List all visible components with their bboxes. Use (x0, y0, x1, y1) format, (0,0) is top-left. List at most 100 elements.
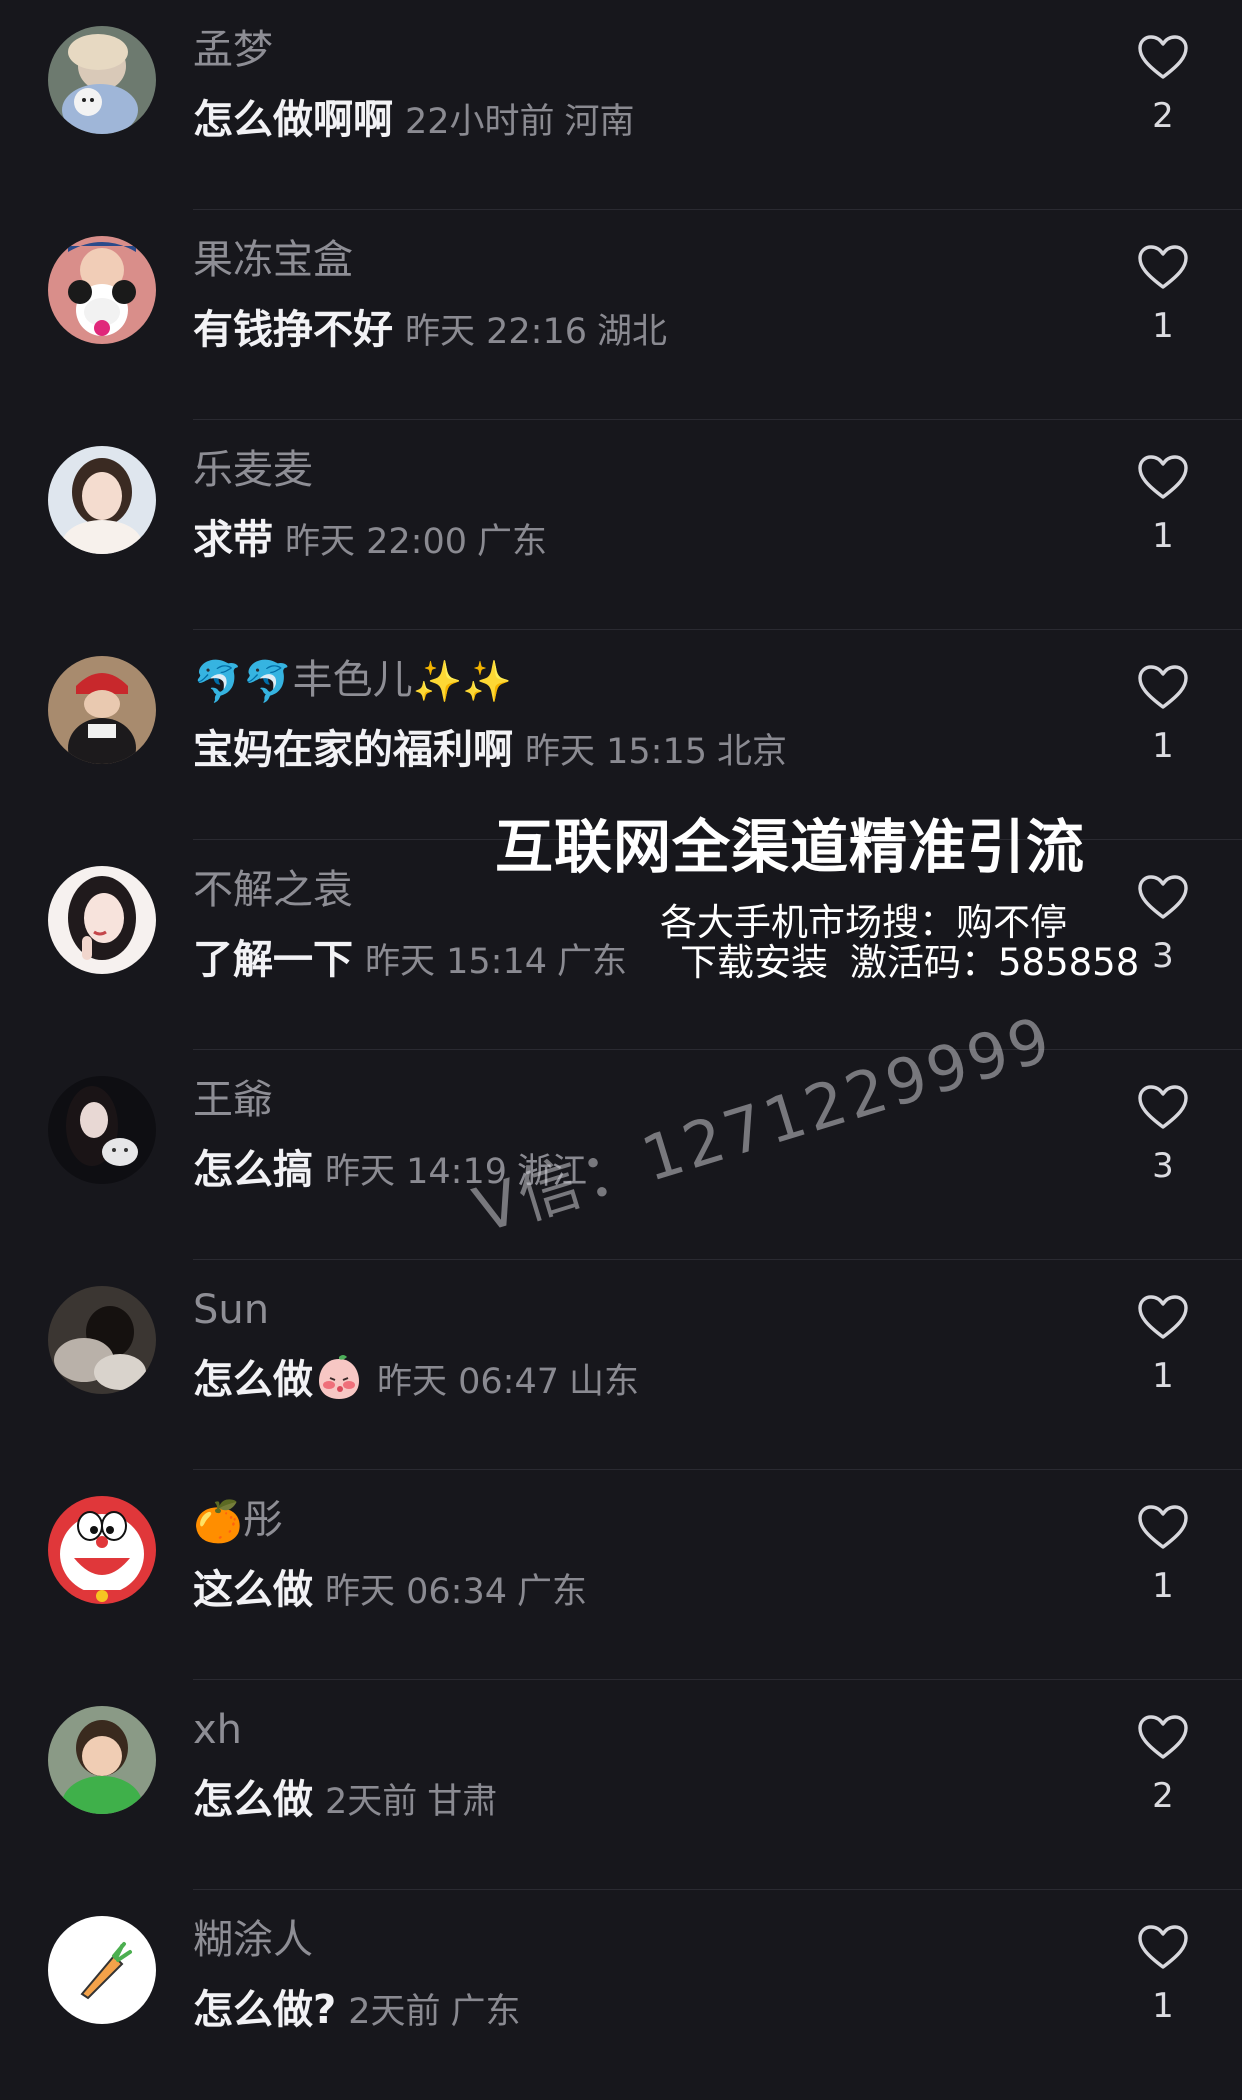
like-count: 3 (1152, 1146, 1174, 1186)
heart-outline-icon[interactable] (1137, 1504, 1189, 1550)
avatar[interactable] (48, 866, 156, 974)
comment-text: 了解一下 (193, 937, 353, 983)
comment-body: 这么做 昨天 06:34 广东 (193, 1560, 587, 1628)
username-text[interactable]: 王爺 (193, 1077, 273, 1123)
like-button[interactable]: 1 (1132, 658, 1194, 798)
avatar[interactable] (48, 1286, 156, 1394)
avatar[interactable] (48, 1706, 156, 1814)
heart-outline-icon[interactable] (1137, 244, 1189, 290)
username-text[interactable]: Sun (193, 1287, 269, 1333)
heart-outline-icon[interactable] (1137, 1084, 1189, 1130)
like-button[interactable]: 2 (1132, 1708, 1194, 1848)
comment-username[interactable]: 🍊彤 (193, 1492, 283, 1550)
heart-outline-icon[interactable] (1137, 1714, 1189, 1760)
username-text[interactable]: 果冻宝盒 (193, 237, 353, 283)
comment-location: 湖北 (597, 312, 668, 352)
overlay-ad-title: 互联网全渠道精准引流 (495, 813, 1086, 881)
comment-item[interactable]: 🍊彤 这么做 昨天 06:34 广东 1 (0, 1470, 1242, 1680)
like-button[interactable]: 3 (1132, 868, 1194, 1008)
username-text[interactable]: 丰色儿 (293, 657, 413, 703)
comment-username[interactable]: Sun (193, 1282, 269, 1338)
username-text[interactable]: 彤 (243, 1497, 283, 1543)
comment-username[interactable]: 🐬🐬丰色儿✨✨ (193, 652, 512, 710)
like-count: 2 (1152, 96, 1174, 136)
comment-item[interactable]: 糊涂人 怎么做? 2天前 广东 1 (0, 1890, 1242, 2100)
like-button[interactable]: 2 (1132, 28, 1194, 168)
comment-item[interactable]: xh 怎么做 2天前 甘肃 2 (0, 1680, 1242, 1890)
like-count: 1 (1152, 726, 1174, 766)
comment-location: 广东 (557, 942, 628, 982)
comment-username[interactable]: 孟梦 (193, 22, 273, 78)
comment-meta: 2天前 广东 (348, 1992, 520, 2032)
avatar[interactable] (48, 1496, 156, 1604)
comment-username[interactable]: 乐麦麦 (193, 442, 313, 498)
comment-username[interactable]: 不解之袁 (193, 862, 353, 918)
overlay-ad-code: 激活码：585858 (850, 941, 1140, 984)
comment-body: 求带 昨天 22:00 广东 (193, 510, 547, 578)
comment-time: 2天前 (348, 1992, 441, 2032)
heart-outline-icon[interactable] (1137, 1924, 1189, 1970)
comment-text: 有钱挣不好 (193, 307, 393, 353)
avatar[interactable] (48, 656, 156, 764)
comment-username[interactable]: 果冻宝盒 (193, 232, 353, 288)
dolphin-emoji-icon: 🐬🐬 (193, 659, 293, 705)
heart-outline-icon[interactable] (1137, 664, 1189, 710)
comment-time: 昨天 06:34 (325, 1572, 507, 1612)
comment-list: 孟梦 怎么做啊啊 22小时前 河南 2 果冻宝盒 有钱挣不好 昨天 22:16 … (0, 0, 1242, 2099)
heart-outline-icon[interactable] (1137, 34, 1189, 80)
sparkles-emoji-icon: ✨✨ (412, 659, 513, 705)
comment-body: 怎么做? 2天前 广东 (193, 1980, 521, 2048)
comment-username[interactable]: xh (193, 1702, 242, 1758)
username-text[interactable]: xh (193, 1707, 242, 1753)
comment-username[interactable]: 糊涂人 (193, 1912, 313, 1968)
like-count: 3 (1152, 936, 1174, 976)
comment-item[interactable]: 果冻宝盒 有钱挣不好 昨天 22:16 湖北 1 (0, 210, 1242, 420)
comment-username[interactable]: 王爺 (193, 1072, 273, 1128)
comment-text: 怎么做 (193, 1777, 313, 1823)
like-count: 2 (1152, 1776, 1174, 1816)
comment-location: 甘肃 (427, 1782, 498, 1822)
like-button[interactable]: 1 (1132, 1288, 1194, 1428)
overlay-ad-activation: 下载安装 激活码：585858 (680, 932, 1139, 986)
like-button[interactable]: 1 (1132, 1918, 1194, 2058)
overlay-ad-install: 下载安装 (680, 941, 828, 984)
comment-location: 山东 (569, 1362, 640, 1402)
like-button[interactable]: 1 (1132, 238, 1194, 378)
comment-meta: 昨天 15:15 北京 (525, 732, 787, 772)
comment-item[interactable]: Sun 怎么做 昨天 06:47 山东 1 (0, 1260, 1242, 1470)
heart-outline-icon[interactable] (1137, 874, 1189, 920)
like-button[interactable]: 1 (1132, 448, 1194, 588)
comment-item[interactable]: 孟梦 怎么做啊啊 22小时前 河南 2 (0, 0, 1242, 210)
avatar[interactable] (48, 26, 156, 134)
username-text[interactable]: 孟梦 (193, 27, 273, 73)
like-button[interactable]: 1 (1132, 1498, 1194, 1638)
comment-location: 广东 (517, 1572, 588, 1612)
like-count: 1 (1152, 1986, 1174, 2026)
comment-text: 求带 (193, 517, 273, 563)
like-count: 1 (1152, 1356, 1174, 1396)
avatar[interactable] (48, 1916, 156, 2024)
comment-body: 怎么做 2天前 甘肃 (193, 1770, 497, 1838)
comment-text: 怎么搞 (193, 1147, 313, 1193)
avatar[interactable] (48, 446, 156, 554)
heart-outline-icon[interactable] (1137, 454, 1189, 500)
comment-location: 广东 (477, 522, 548, 562)
comment-time: 2天前 (325, 1782, 418, 1822)
avatar[interactable] (48, 236, 156, 344)
heart-outline-icon[interactable] (1137, 1294, 1189, 1340)
blush-peach-emoji-icon (319, 1355, 359, 1399)
comment-meta: 昨天 06:34 广东 (325, 1572, 587, 1612)
comment-body: 了解一下 昨天 15:14 广东 (193, 930, 627, 998)
username-text[interactable]: 不解之袁 (193, 867, 353, 913)
comment-item[interactable]: 乐麦麦 求带 昨天 22:00 广东 1 (0, 420, 1242, 630)
comment-meta: 2天前 甘肃 (325, 1782, 497, 1822)
comment-time: 昨天 22:00 (285, 522, 467, 562)
username-text[interactable]: 糊涂人 (193, 1917, 313, 1963)
like-button[interactable]: 3 (1132, 1078, 1194, 1218)
comment-location: 河南 (564, 102, 635, 142)
avatar[interactable] (48, 1076, 156, 1184)
comment-text: 怎么做啊啊 (193, 97, 393, 143)
tangerine-emoji-icon: 🍊 (193, 1499, 243, 1545)
like-count: 1 (1152, 516, 1174, 556)
username-text[interactable]: 乐麦麦 (193, 447, 313, 493)
